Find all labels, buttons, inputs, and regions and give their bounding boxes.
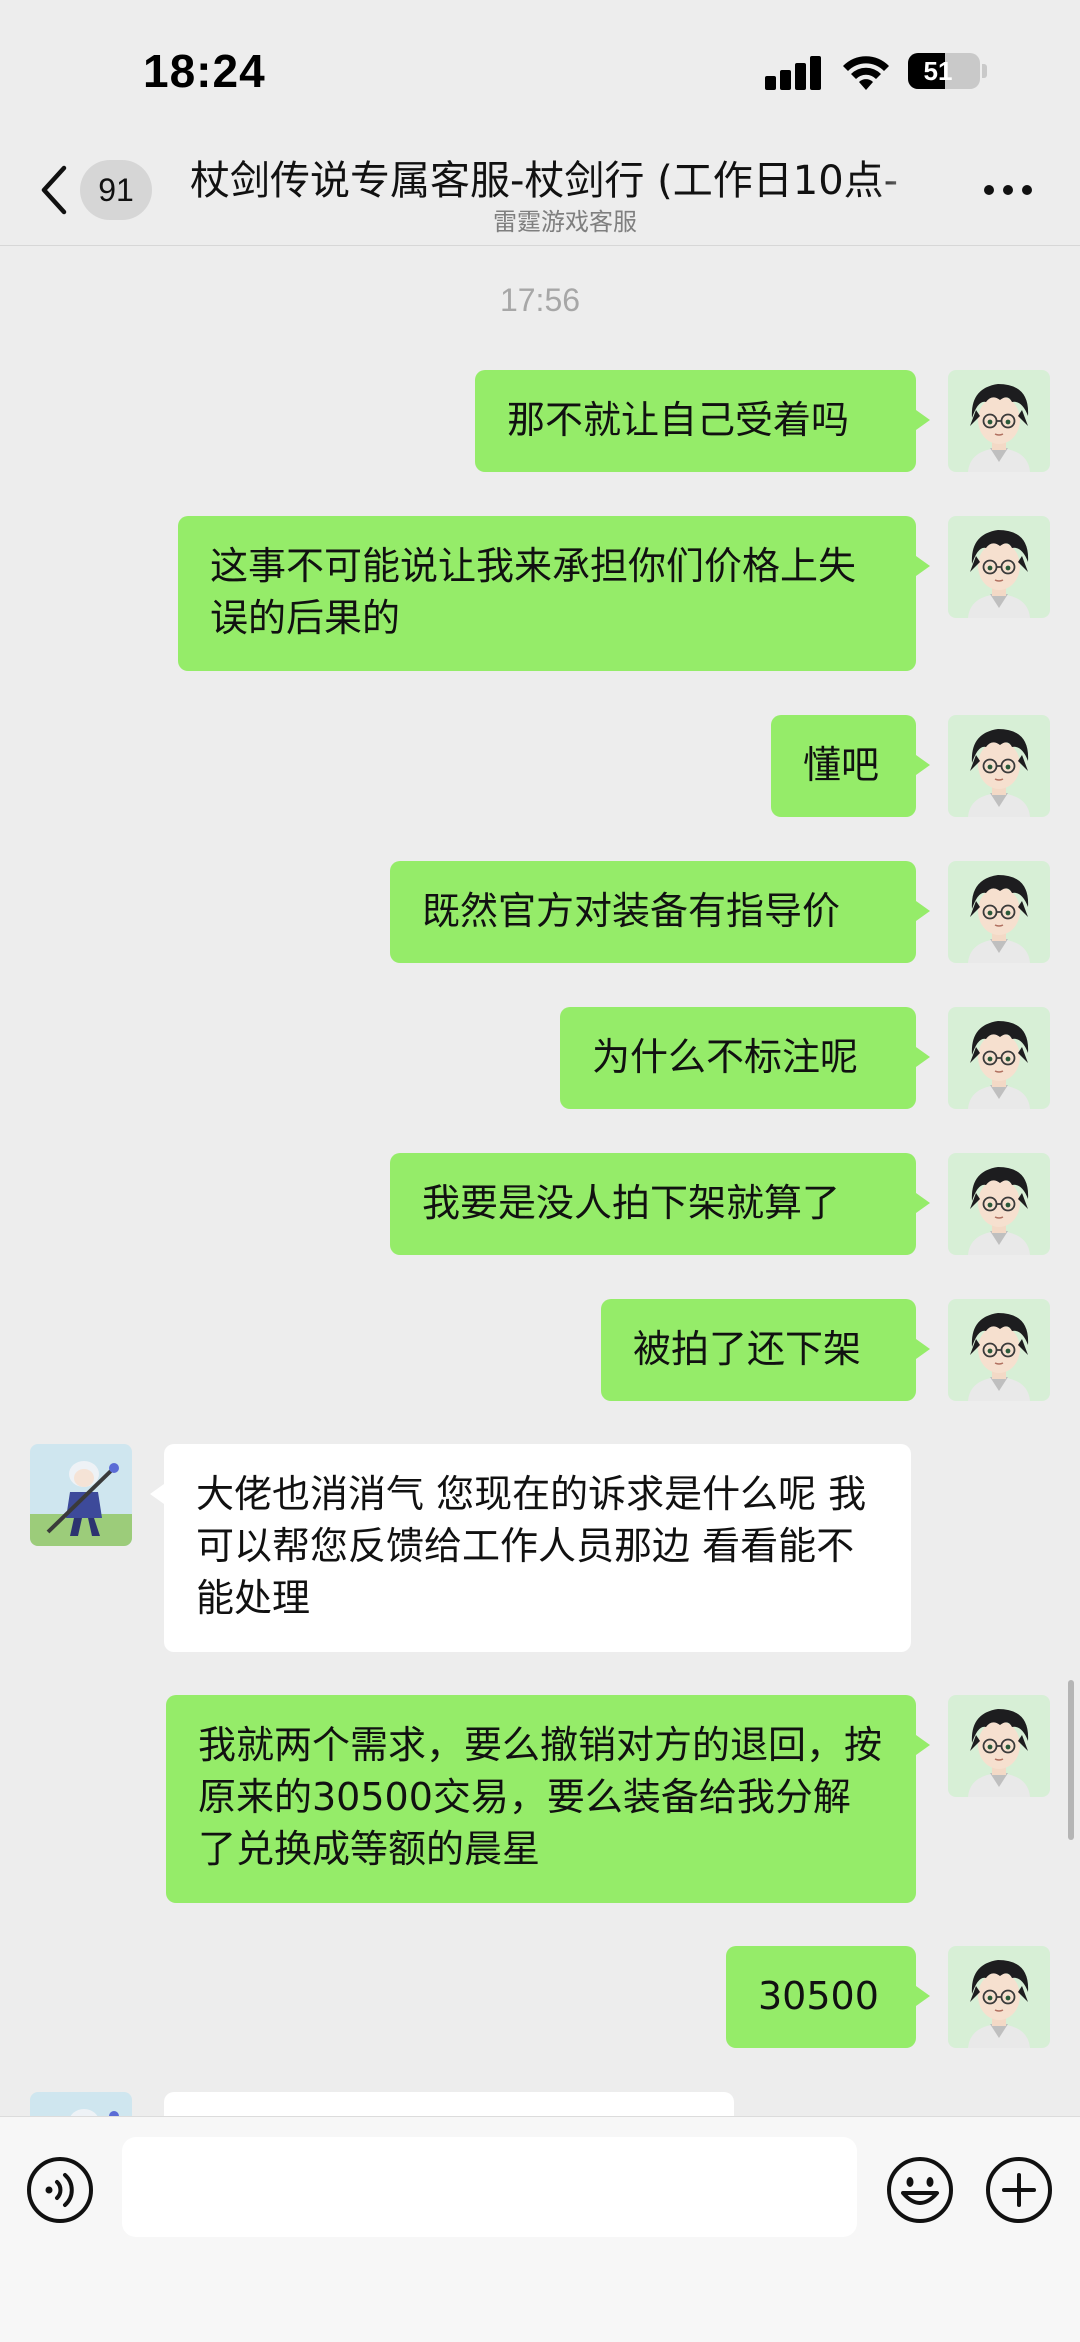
chat-subtitle: 雷霆游戏客服 (493, 208, 637, 236)
battery-icon: 51 (908, 53, 980, 89)
self-avatar[interactable] (948, 715, 1050, 817)
message-timestamp: 17:56 (499, 282, 581, 318)
status-time: 18:24 (143, 45, 266, 97)
wifi-icon (843, 56, 889, 90)
status-bar: 18:24 51 (0, 0, 1080, 130)
agent-avatar[interactable] (30, 1444, 132, 1546)
self-avatar[interactable] (948, 370, 1050, 472)
chat-title: 杖剑传说专属客服-杖剑行 (工作日10点- (190, 158, 899, 204)
self-avatar[interactable] (948, 861, 1050, 963)
voice-icon[interactable] (25, 2155, 95, 2225)
anime-boy-avatar-icon (948, 370, 1050, 472)
outgoing-message[interactable]: 这事不可能说让我来承担你们价格上失误的后果的 (178, 516, 930, 671)
self-avatar[interactable] (948, 1153, 1050, 1255)
emoji-icon[interactable] (885, 2155, 955, 2225)
anime-boy-avatar-icon (948, 715, 1050, 817)
game-character-avatar-icon (30, 1444, 132, 1546)
outgoing-message[interactable]: 既然官方对装备有指导价 (390, 861, 930, 963)
outgoing-message[interactable]: 被拍了还下架 (601, 1299, 930, 1401)
anime-boy-avatar-icon (948, 1007, 1050, 1109)
anime-boy-avatar-icon (948, 516, 1050, 618)
battery-level: 51 (923, 56, 953, 86)
anime-boy-avatar-icon (948, 1153, 1050, 1255)
outgoing-message[interactable]: 为什么不标注呢 (560, 1007, 930, 1109)
agent-avatar[interactable] (30, 2092, 132, 2116)
chat-header: 91 杖剑传说专属客服-杖剑行 (工作日10点- 雷霆游戏客服 (0, 130, 1080, 246)
anime-boy-avatar-icon (948, 1695, 1050, 1797)
incoming-message-partial[interactable] (164, 2092, 734, 2116)
anime-boy-avatar-icon (948, 1946, 1050, 2048)
game-character-avatar-icon (30, 2092, 132, 2116)
anime-boy-avatar-icon (948, 861, 1050, 963)
outgoing-message[interactable]: 30500 (726, 1946, 930, 2048)
outgoing-message[interactable]: 我就两个需求，要么撤销对方的退回，按原来的30500交易，要么装备给我分解了兑换… (166, 1695, 930, 1903)
message-input-bar (0, 2116, 1080, 2342)
self-avatar[interactable] (948, 1695, 1050, 1797)
chat-message-list[interactable]: 17:56 那不就让自己受着吗 这事不可能说让我来承担你们价格上失误的后果的 懂… (0, 246, 1080, 2116)
message-input[interactable] (122, 2137, 857, 2237)
chat-scrollbar[interactable] (1068, 1680, 1074, 1840)
self-avatar[interactable] (948, 1007, 1050, 1109)
plus-icon[interactable] (984, 2155, 1054, 2225)
outgoing-message[interactable]: 懂吧 (771, 715, 930, 817)
incoming-message[interactable]: 大佬也消消气 您现在的诉求是什么呢 我可以帮您反馈给工作人员那边 看看能不能处理 (150, 1444, 911, 1652)
self-avatar[interactable] (948, 516, 1050, 618)
outgoing-message[interactable]: 那不就让自己受着吗 (475, 370, 930, 472)
anime-boy-avatar-icon (948, 1299, 1050, 1401)
self-avatar[interactable] (948, 1946, 1050, 2048)
more-dots-icon[interactable] (984, 185, 1032, 199)
outgoing-message[interactable]: 我要是没人拍下架就算了 (390, 1153, 930, 1255)
self-avatar[interactable] (948, 1299, 1050, 1401)
battery-tip (982, 64, 987, 78)
cellular-signal-icon (765, 54, 823, 90)
